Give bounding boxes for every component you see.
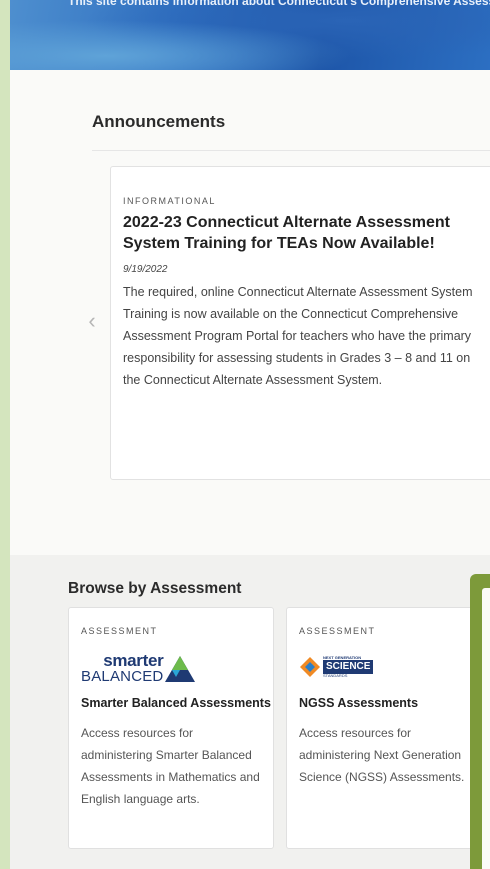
logo-text-smarter: smarter [103,651,164,670]
assessment-description: Access resources for administering Smart… [81,726,260,806]
hero-banner: This site contains information about Con… [10,0,490,70]
announcements-heading: Announcements [92,112,226,131]
ngss-logo-sub: STANDARDS [323,673,348,678]
announcement-date: 9/19/2022 [123,264,168,275]
assessment-kicker: ASSESSMENT [81,626,158,636]
divider [92,150,490,151]
announcement-title[interactable]: 2022-23 Connecticut Alternate Assessment… [123,212,478,254]
ngss-emblem-icon [300,657,320,677]
assessment-title[interactable]: Smarter Balanced Assessments [81,696,271,710]
assessment-card-ngss[interactable]: ASSESSMENT NEXT GENERATION SCIENCE STAND… [286,607,490,849]
page: This site contains information about Con… [10,0,490,869]
logo-text-balanced: BALANCED [81,668,164,685]
announcement-card[interactable]: INFORMATIONAL 2022-23 Connecticut Altern… [110,166,490,480]
announcement-body: The required, online Connecticut Alterna… [123,285,473,387]
assessment-card-smarter-balanced[interactable]: ASSESSMENT smarter BALANCED Smarter Bala… [68,607,274,849]
triangle-logo-icon [165,656,196,682]
assessment-description: Access resources for administering Next … [299,726,465,784]
assessment-title[interactable]: NGSS Assessments [299,696,418,710]
partial-card[interactable] [482,588,490,869]
ngss-logo-main: SCIENCE [323,660,374,674]
assessment-kicker: ASSESSMENT [299,626,376,636]
smarter-balanced-logo: smarter BALANCED [81,650,197,684]
hero-text: This site contains information about Con… [68,0,490,8]
ngss-logo: NEXT GENERATION SCIENCE STANDARDS [299,650,374,684]
carousel-prev-button[interactable]: ‹ [84,306,100,336]
browse-heading: Browse by Assessment [68,580,242,597]
announcement-kicker: INFORMATIONAL [123,196,216,206]
